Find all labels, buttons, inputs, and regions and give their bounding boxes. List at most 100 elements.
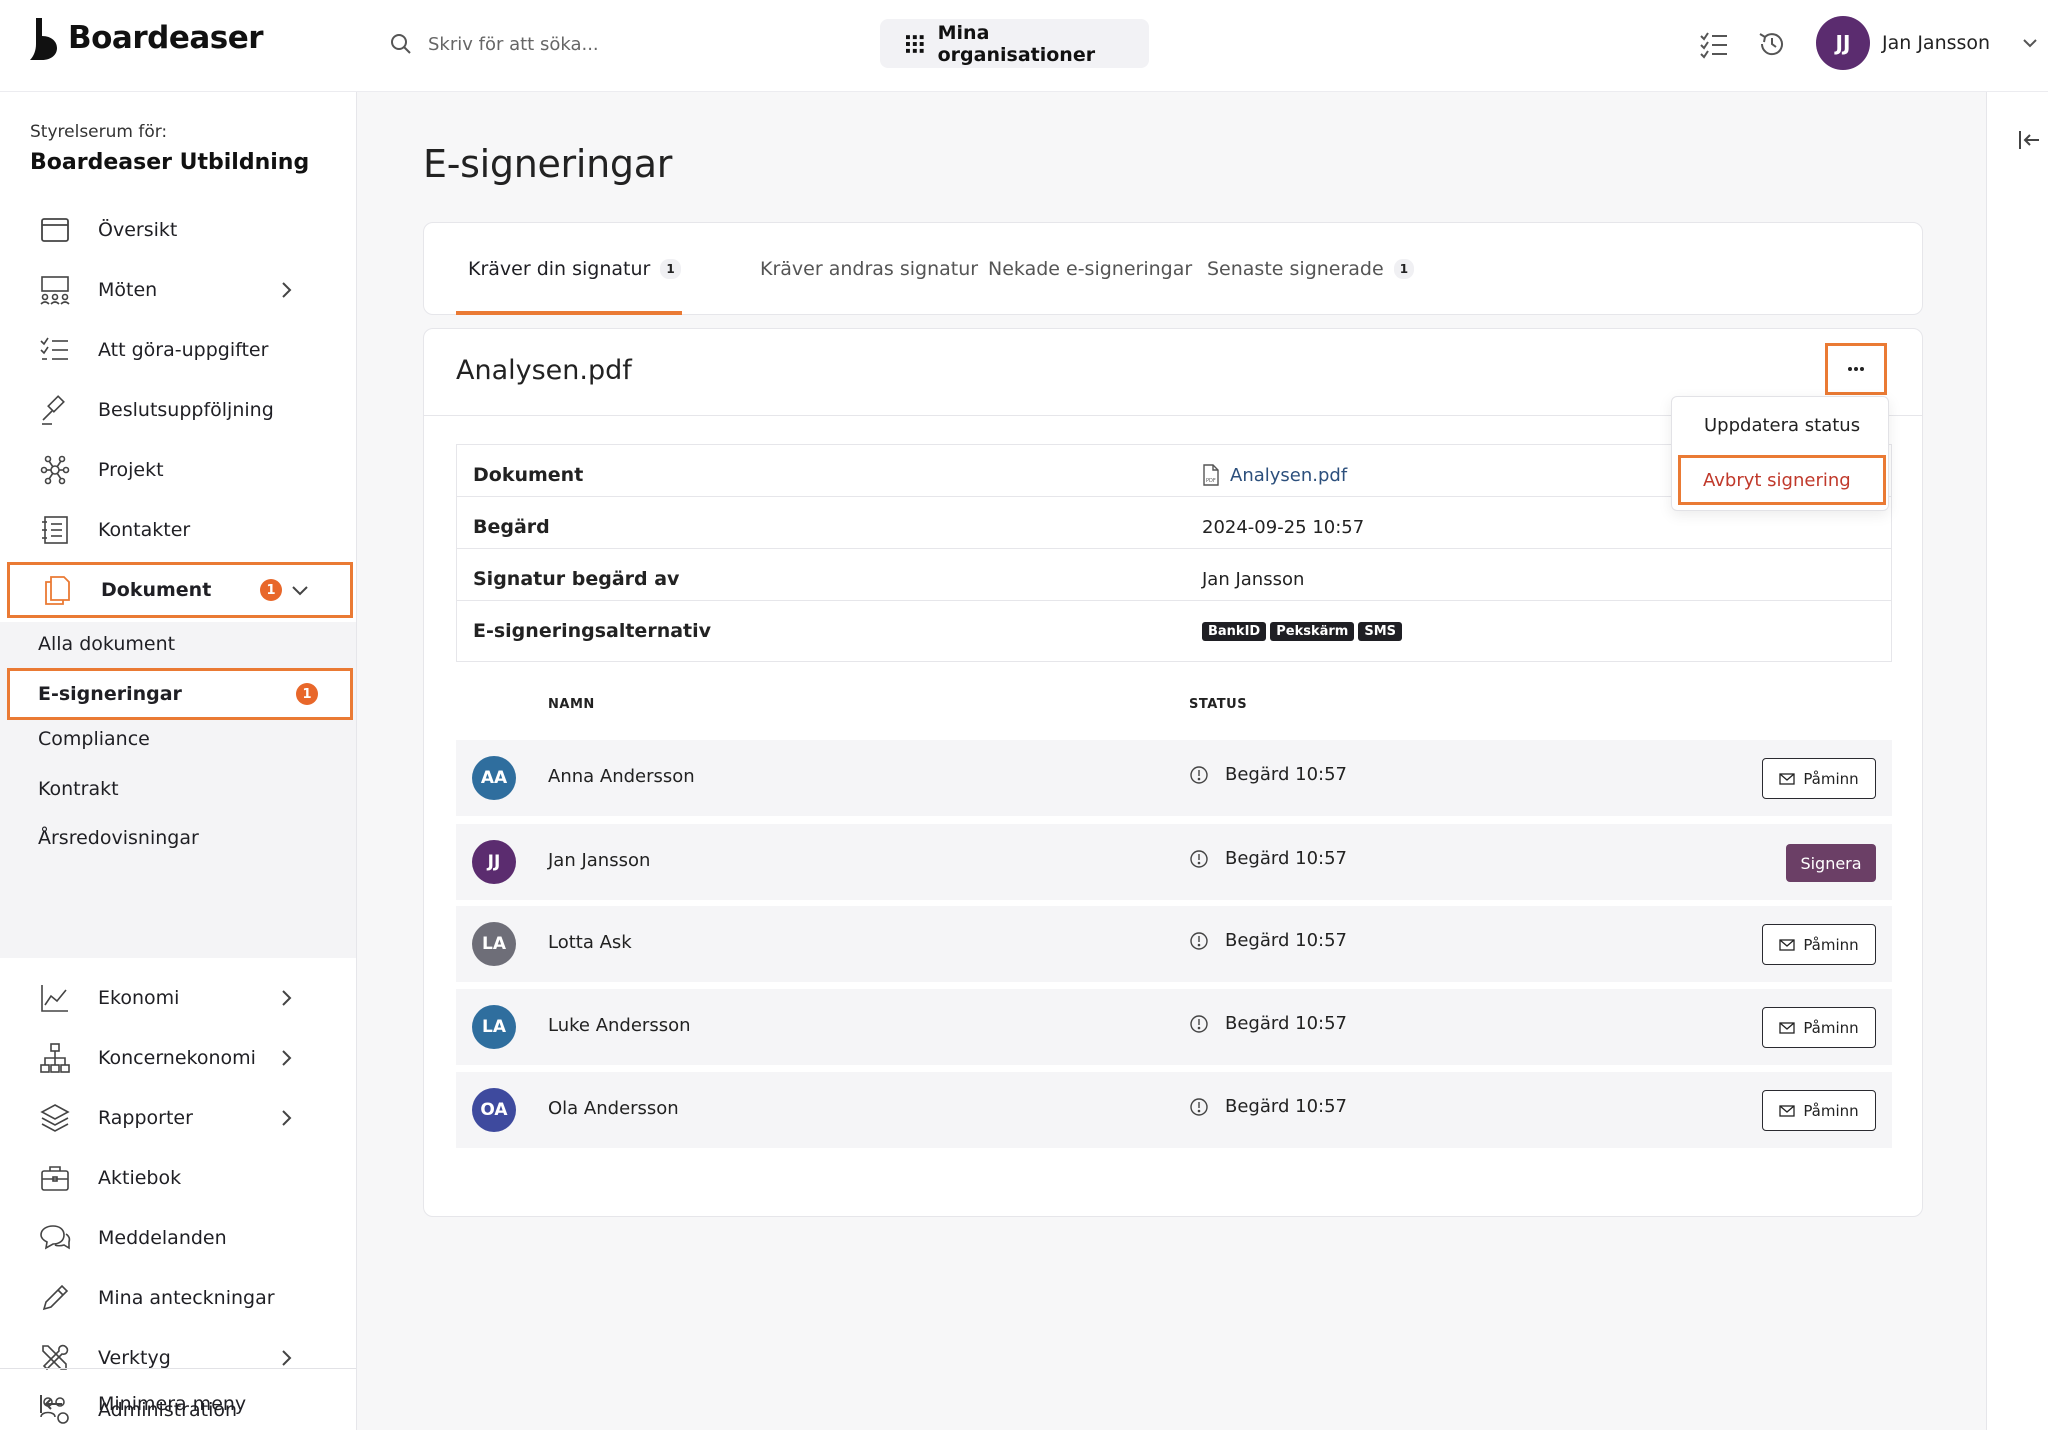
active-tab-indicator — [456, 311, 682, 315]
submenu-item-e-signatures[interactable]: E-signeringar 1 — [7, 668, 353, 720]
user-name: Jan Jansson — [1882, 32, 1991, 54]
menu-item-update-status[interactable]: Uppdatera status — [1704, 415, 1860, 436]
signer-status: Begärd 10:57 — [1189, 1096, 1347, 1117]
room-label: Styrelserum för: — [30, 122, 168, 142]
signer-row: JJ Jan Jansson Begärd 10:57 Signera — [456, 824, 1892, 900]
info-label: E-signeringsalternativ — [473, 620, 712, 642]
options-dropdown: Uppdatera status Avbryt signering — [1671, 396, 1889, 511]
avatar: OA — [472, 1088, 516, 1132]
remind-button[interactable]: Påminn — [1762, 1090, 1876, 1131]
signing-options: BankID Pekskärm SMS — [1202, 621, 1406, 641]
pdf-file-icon: PDF — [1203, 464, 1219, 486]
submenu-item-all-documents[interactable]: Alla dokument — [38, 633, 175, 655]
tab-label: Kräver din signatur — [468, 258, 651, 280]
documents-icon — [45, 576, 70, 605]
info-value: Jan Jansson — [1202, 568, 1305, 590]
sidebar-item-contacts[interactable]: Kontakter — [30, 502, 320, 558]
signer-status: Begärd 10:57 — [1189, 848, 1347, 869]
collapse-panel-icon[interactable] — [2017, 128, 2041, 152]
option-badge-sms: SMS — [1358, 621, 1402, 641]
status-text: Begärd 10:57 — [1225, 848, 1347, 869]
tab-declined-e-signatures[interactable]: Nekade e-signeringar — [988, 223, 1192, 315]
tab-requires-your-signature[interactable]: Kräver din signatur 1 — [468, 223, 681, 315]
sidebar-item-tools[interactable]: Verktyg — [30, 1330, 320, 1386]
user-avatar: JJ — [1816, 16, 1870, 70]
envelope-icon — [1779, 938, 1795, 951]
avatar: AA — [472, 756, 516, 800]
right-rail — [1986, 92, 2048, 1430]
submenu-item-compliance[interactable]: Compliance — [38, 728, 150, 750]
tasks-icon — [40, 337, 68, 360]
menu-item-cancel-signing[interactable]: Avbryt signering — [1678, 455, 1886, 505]
sidebar-item-label: Beslutsuppföljning — [98, 399, 274, 421]
minimize-menu-button[interactable]: Minimera meny — [38, 1384, 338, 1424]
info-circle-icon — [1190, 849, 1208, 868]
tab-label: Nekade e-signeringar — [988, 258, 1193, 280]
column-header-status: STATUS — [1189, 697, 1248, 712]
signer-status: Begärd 10:57 — [1189, 1013, 1347, 1034]
sidebar-item-decisions[interactable]: Beslutsuppföljning — [30, 382, 320, 438]
tab-recently-signed[interactable]: Senaste signerade 1 — [1207, 223, 1415, 315]
search-bar[interactable] — [390, 24, 830, 64]
envelope-icon — [1779, 1021, 1795, 1034]
sidebar-item-projects[interactable]: Projekt — [30, 442, 320, 498]
status-text: Begärd 10:57 — [1225, 1013, 1347, 1034]
remind-button[interactable]: Påminn — [1762, 924, 1876, 965]
sidebar-item-share-register[interactable]: Aktiebok — [30, 1150, 320, 1206]
sidebar-item-tasks[interactable]: Att göra-uppgifter — [30, 322, 320, 378]
more-options-button[interactable] — [1825, 343, 1887, 395]
envelope-icon — [1779, 1104, 1795, 1117]
sidebar-item-overview[interactable]: Översikt — [30, 202, 320, 258]
info-circle-icon — [1190, 1097, 1208, 1116]
remind-button[interactable]: Påminn — [1762, 1007, 1876, 1048]
main-content: E-signeringar Kräver din signatur 1 Kräv… — [357, 92, 1986, 1430]
sidebar-item-group-economy[interactable]: Koncernekonomi — [30, 1030, 320, 1086]
sidebar-item-label: Koncernekonomi — [98, 1047, 256, 1069]
boardeaser-logo-icon — [30, 18, 57, 60]
info-circle-icon — [1190, 931, 1208, 950]
search-input[interactable] — [428, 33, 808, 55]
signer-row: LA Luke Andersson Begärd 10:57 Påminn — [456, 989, 1892, 1065]
sidebar-item-meetings[interactable]: Möten — [30, 262, 320, 318]
tab-requires-others-signature[interactable]: Kräver andras signatur — [760, 223, 978, 315]
sidebar-item-label: Projekt — [98, 459, 164, 481]
logo[interactable]: Boardeaser — [28, 14, 264, 62]
collapse-menu-icon — [40, 1395, 62, 1413]
sidebar-item-label: Möten — [98, 279, 158, 301]
sidebar-item-documents[interactable]: Dokument 1 — [7, 562, 353, 618]
info-row-signing-options: E-signeringsalternativ BankID Pekskärm S… — [456, 600, 1892, 662]
submenu-item-contracts[interactable]: Kontrakt — [38, 778, 119, 800]
chevron-right-icon — [282, 1110, 292, 1126]
sidebar-item-label: Rapporter — [98, 1107, 193, 1129]
user-menu[interactable]: JJ Jan Jansson — [1816, 16, 2040, 70]
signer-row: AA Anna Andersson Begärd 10:57 Påminn — [456, 740, 1892, 816]
info-circle-icon — [1190, 1014, 1208, 1033]
my-organizations-label: Mina organisationer — [937, 21, 1096, 66]
sidebar-item-label: Översikt — [98, 219, 178, 241]
pencil-icon — [42, 1284, 69, 1311]
sidebar-item-notes[interactable]: Mina anteckningar — [30, 1270, 320, 1326]
chat-icon — [40, 1225, 71, 1250]
document-link[interactable]: PDF Analysen.pdf — [1202, 464, 1347, 486]
sidebar-item-label: Mina anteckningar — [98, 1287, 275, 1309]
submenu-item-label: E-signeringar — [38, 683, 182, 705]
briefcase-icon — [41, 1166, 69, 1191]
signer-name: Lotta Ask — [548, 932, 632, 953]
sidebar-item-messages[interactable]: Meddelanden — [30, 1210, 320, 1266]
room-name: Boardeaser Utbildning — [30, 150, 310, 175]
remind-button[interactable]: Påminn — [1762, 758, 1876, 799]
remind-button-label: Påminn — [1803, 769, 1859, 788]
checklist-icon[interactable] — [1698, 28, 1730, 60]
submenu-item-annual-reports[interactable]: Årsredovisningar — [38, 827, 199, 849]
chevron-down-icon — [2023, 39, 2037, 48]
sidebar-item-economy[interactable]: Ekonomi — [30, 970, 320, 1026]
sidebar-item-reports[interactable]: Rapporter — [30, 1090, 320, 1146]
avatar: JJ — [472, 840, 516, 884]
option-badge-bankid: BankID — [1202, 621, 1267, 641]
signer-status: Begärd 10:57 — [1189, 764, 1347, 785]
sign-button[interactable]: Signera — [1786, 844, 1876, 882]
my-organizations-button[interactable]: Mina organisationer — [880, 19, 1149, 68]
info-label: Dokument — [473, 464, 584, 486]
history-icon[interactable] — [1756, 28, 1788, 60]
overview-icon — [41, 218, 69, 242]
